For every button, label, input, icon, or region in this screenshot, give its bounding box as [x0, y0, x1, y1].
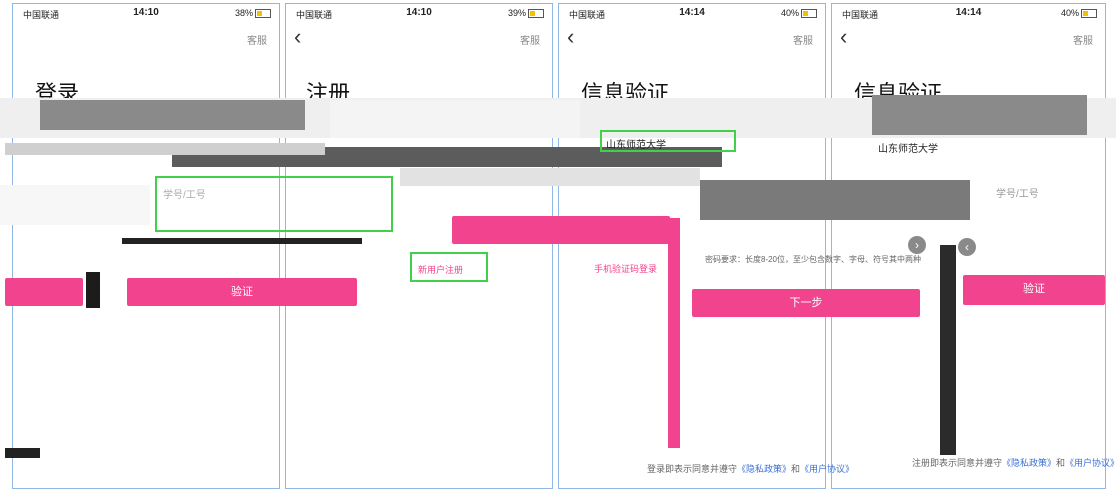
- register-agreement-text: 注册即表示同意并遵守《隐私政策》和《用户协议》: [912, 456, 1116, 469]
- pink-side-strip: [668, 218, 680, 448]
- battery-percent: 40%: [1060, 8, 1079, 18]
- verify-button-left[interactable]: [5, 278, 83, 306]
- customer-service-link[interactable]: 客服: [1073, 32, 1093, 47]
- glitch-band: [40, 100, 305, 130]
- verify-button-label: 验证: [1023, 283, 1045, 295]
- battery-indicator: 40%: [780, 8, 817, 19]
- battery-icon: [801, 9, 817, 19]
- glitch-band: [872, 95, 1087, 135]
- verify-button[interactable]: 验证: [127, 278, 357, 306]
- glitch-band: [330, 100, 580, 138]
- agreement-and: 和: [791, 464, 801, 474]
- student-id-field-highlight[interactable]: 学号/工号: [155, 176, 393, 232]
- battery-indicator: 38%: [234, 8, 271, 19]
- verify-button-label: 验证: [231, 286, 253, 298]
- glitch-band: [122, 238, 362, 244]
- glitch-band: [0, 185, 150, 225]
- user-agreement-link[interactable]: 《用户协议》: [800, 464, 854, 474]
- privacy-policy-link[interactable]: 《隐私政策》: [737, 464, 791, 474]
- school-name: 山东师范大学: [878, 144, 938, 155]
- status-bar: 中国联通 14:10 38%: [13, 4, 279, 22]
- privacy-policy-link[interactable]: 《隐私政策》: [1002, 458, 1056, 468]
- battery-percent: 38%: [234, 8, 253, 18]
- school-name: 山东师范大学: [606, 140, 666, 151]
- password-requirement-hint: 密码要求：长度8-20位，至少包含数字、字母、符号其中两种: [705, 255, 922, 264]
- battery-icon: [1081, 9, 1097, 19]
- verify-button[interactable]: 验证: [963, 275, 1105, 305]
- phone-screen-register: 中国联通 14:10 39% ‹ 客服 注册: [285, 3, 553, 489]
- customer-service-link[interactable]: 客服: [793, 32, 813, 47]
- customer-service-link[interactable]: 客服: [247, 32, 267, 47]
- new-user-register-highlight[interactable]: 新用户注册: [410, 252, 488, 282]
- student-id-placeholder: 学号/工号: [996, 189, 1039, 200]
- battery-percent: 40%: [780, 8, 799, 18]
- dark-side-strip: [940, 245, 956, 455]
- battery-indicator: 39%: [507, 8, 544, 19]
- battery-indicator: 40%: [1060, 8, 1097, 19]
- back-chevron-icon[interactable]: ‹: [294, 26, 301, 48]
- new-user-register-link[interactable]: 新用户注册: [418, 263, 463, 276]
- status-bar: 中国联通 14:10 39%: [286, 4, 552, 22]
- next-step-button[interactable]: 下一步: [692, 289, 920, 317]
- phone-screen-verify: 中国联通 14:14 40% ‹ 客服 信息验证: [558, 3, 826, 489]
- glitch-band: [5, 143, 325, 155]
- back-chevron-icon[interactable]: ‹: [567, 26, 574, 48]
- bottom-dark-bar: [5, 448, 40, 458]
- dark-side-strip: [86, 272, 100, 308]
- next-step-label: 下一步: [789, 297, 823, 309]
- school-field-highlight[interactable]: 山东师范大学: [600, 130, 736, 152]
- user-agreement-link[interactable]: 《用户协议》: [1065, 458, 1116, 468]
- login-agreement-text: 登录即表示同意并遵守《隐私政策》和《用户协议》: [647, 462, 854, 475]
- sms-login-link[interactable]: 手机验证码登录: [594, 262, 657, 275]
- glitch-band: [400, 168, 700, 186]
- login-button[interactable]: [452, 216, 670, 244]
- eye-toggle-icon[interactable]: ›: [908, 236, 926, 254]
- battery-percent: 39%: [507, 8, 526, 18]
- glitch-band: [700, 180, 970, 220]
- agreement-and: 和: [1056, 458, 1066, 468]
- customer-service-link[interactable]: 客服: [520, 32, 540, 47]
- battery-icon: [255, 9, 271, 19]
- status-bar: 中国联通 14:14 40%: [832, 4, 1105, 22]
- phone-screen-login: 中国联通 14:10 38% 客服 登录: [12, 3, 280, 489]
- student-id-placeholder: 学号/工号: [163, 190, 206, 201]
- status-bar: 中国联通 14:14 40%: [559, 4, 825, 22]
- agreement-prefix: 登录即表示同意并遵守: [647, 464, 738, 474]
- back-circle-icon[interactable]: ‹: [958, 238, 976, 256]
- agreement-prefix: 注册即表示同意并遵守: [912, 458, 1003, 468]
- battery-icon: [528, 9, 544, 19]
- back-chevron-icon[interactable]: ‹: [840, 26, 847, 48]
